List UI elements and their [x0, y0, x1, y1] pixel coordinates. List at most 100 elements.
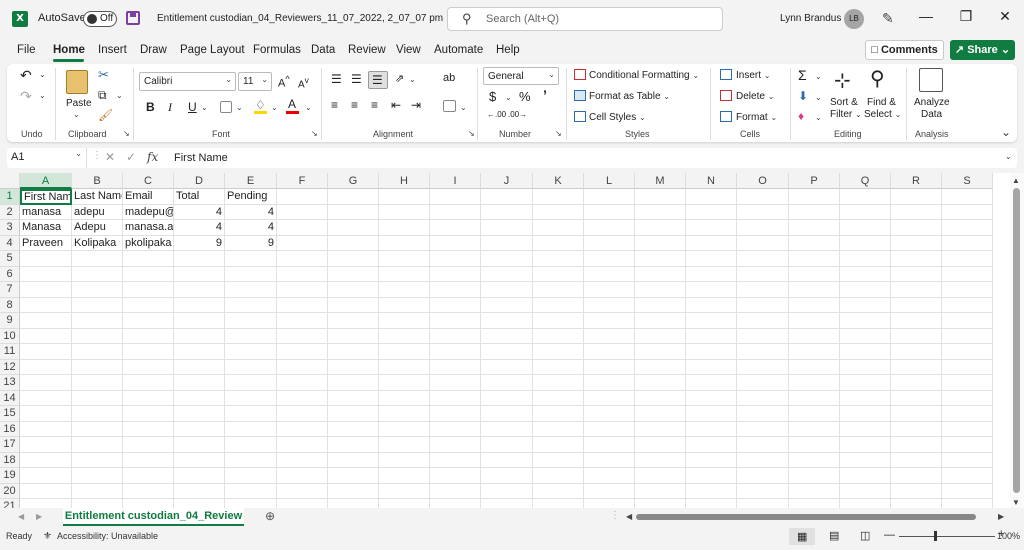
row-header-11[interactable]: 11 [0, 344, 20, 360]
cell-e1[interactable]: Pending [225, 189, 277, 205]
cell-c10[interactable] [123, 328, 174, 344]
cell-p4[interactable] [789, 235, 840, 251]
cell-j16[interactable] [481, 421, 533, 437]
font-color-icon[interactable]: A [288, 97, 296, 111]
cell-a13[interactable] [20, 375, 72, 391]
cell-n18[interactable] [686, 452, 737, 468]
cell-o8[interactable] [737, 297, 789, 313]
cell-o16[interactable] [737, 421, 789, 437]
row-header-16[interactable]: 16 [0, 421, 20, 437]
cell-f3[interactable] [277, 220, 328, 236]
cell-s3[interactable] [942, 220, 993, 236]
align-center-icon[interactable]: ≡ [351, 98, 358, 112]
cell-n4[interactable] [686, 235, 737, 251]
dialog-launcher-icon[interactable]: ↘ [311, 129, 318, 138]
cell-b20[interactable] [72, 483, 123, 499]
cell-s5[interactable] [942, 251, 993, 267]
cell-h10[interactable] [379, 328, 430, 344]
cell-l2[interactable] [584, 204, 635, 220]
chevron-down-icon[interactable]: ⌄ [460, 103, 467, 112]
minimize-icon[interactable]: — [916, 8, 936, 24]
enter-icon[interactable]: ✓ [126, 150, 136, 164]
cell-l14[interactable] [584, 390, 635, 406]
cell-b10[interactable] [72, 328, 123, 344]
chevron-down-icon[interactable]: ⌄ [505, 93, 512, 102]
column-header-p[interactable]: P [789, 173, 840, 189]
chevron-down-icon[interactable]: ⌄ [815, 72, 822, 81]
cell-b3[interactable]: Adepu [72, 220, 123, 236]
cell-p9[interactable] [789, 313, 840, 329]
cell-s19[interactable] [942, 468, 993, 484]
cell-m6[interactable] [635, 266, 686, 282]
cell-e16[interactable] [225, 421, 277, 437]
cell-g12[interactable] [328, 359, 379, 375]
cell-a3[interactable]: Manasa [20, 220, 72, 236]
cell-c8[interactable] [123, 297, 174, 313]
cell-i1[interactable] [430, 189, 481, 205]
bold-icon[interactable]: B [146, 100, 155, 114]
insert-cells-button[interactable]: Insert ⌄ [736, 70, 771, 81]
cell-j1[interactable] [481, 189, 533, 205]
cell-h1[interactable] [379, 189, 430, 205]
close-icon[interactable]: ✕ [995, 8, 1015, 25]
cell-p13[interactable] [789, 375, 840, 391]
cell-k16[interactable] [533, 421, 584, 437]
cancel-icon[interactable]: ✕ [105, 150, 115, 164]
cell-p10[interactable] [789, 328, 840, 344]
find-select-label-1[interactable]: Find & [867, 97, 896, 108]
tab-view[interactable]: View [396, 44, 421, 56]
cell-m13[interactable] [635, 375, 686, 391]
cell-g9[interactable] [328, 313, 379, 329]
cell-m17[interactable] [635, 437, 686, 453]
cell-h12[interactable] [379, 359, 430, 375]
cell-q15[interactable] [840, 406, 891, 422]
column-header-g[interactable]: G [328, 173, 379, 189]
cell-p7[interactable] [789, 282, 840, 298]
cell-e2[interactable]: 4 [225, 204, 277, 220]
restore-icon[interactable]: ❐ [956, 8, 976, 25]
cell-b2[interactable]: adepu [72, 204, 123, 220]
analyze-data-icon[interactable] [919, 68, 943, 92]
cell-e11[interactable] [225, 344, 277, 360]
column-header-h[interactable]: H [379, 173, 430, 189]
paste-icon[interactable] [66, 70, 88, 94]
cell-a6[interactable] [20, 266, 72, 282]
cell-f9[interactable] [277, 313, 328, 329]
cell-b16[interactable] [72, 421, 123, 437]
cell-n15[interactable] [686, 406, 737, 422]
cell-p20[interactable] [789, 483, 840, 499]
cell-a18[interactable] [20, 452, 72, 468]
cell-s17[interactable] [942, 437, 993, 453]
cell-i4[interactable] [430, 235, 481, 251]
cell-o12[interactable] [737, 359, 789, 375]
cell-s14[interactable] [942, 390, 993, 406]
cell-s13[interactable] [942, 375, 993, 391]
row-header-2[interactable]: 2 [0, 204, 20, 220]
cell-k20[interactable] [533, 483, 584, 499]
cell-k2[interactable] [533, 204, 584, 220]
expand-formula-bar-icon[interactable]: ⌄ [1005, 152, 1012, 161]
document-title[interactable]: Entitlement custodian_04_Reviewers_11_07… [157, 13, 454, 24]
row-header-19[interactable]: 19 [0, 468, 20, 484]
row-header-7[interactable]: 7 [0, 282, 20, 298]
cell-m5[interactable] [635, 251, 686, 267]
cell-p3[interactable] [789, 220, 840, 236]
column-header-d[interactable]: D [174, 173, 225, 189]
cell-b14[interactable] [72, 390, 123, 406]
cell-a16[interactable] [20, 421, 72, 437]
cell-k8[interactable] [533, 297, 584, 313]
tab-help[interactable]: Help [496, 44, 520, 56]
redo-icon[interactable]: ↷ [20, 88, 32, 105]
scroll-down-icon[interactable]: ▼ [1012, 498, 1020, 507]
wrap-text-icon[interactable]: ab [443, 72, 455, 84]
cell-g13[interactable] [328, 375, 379, 391]
column-header-k[interactable]: K [533, 173, 584, 189]
cell-s8[interactable] [942, 297, 993, 313]
cell-h6[interactable] [379, 266, 430, 282]
cell-j9[interactable] [481, 313, 533, 329]
chevron-down-icon[interactable]: ⌄ [409, 75, 416, 84]
cell-g16[interactable] [328, 421, 379, 437]
cell-f1[interactable] [277, 189, 328, 205]
row-header-12[interactable]: 12 [0, 359, 20, 375]
cell-r8[interactable] [891, 297, 942, 313]
